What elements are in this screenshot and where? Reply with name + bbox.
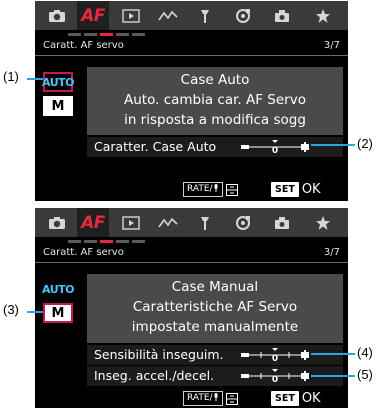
slider-scale-icon: 0 <box>241 140 309 154</box>
param-label: Inseg. accel./decel. <box>94 368 215 383</box>
case-description-line: in risposta a modifica sogg <box>124 112 306 128</box>
star-icon <box>316 8 330 23</box>
tab-shooting[interactable] <box>41 1 73 30</box>
menu-page-dots <box>35 33 348 37</box>
case-description-line: impostate manualmente <box>131 319 299 335</box>
divider <box>35 262 348 263</box>
case-auto-button[interactable]: AUTO <box>42 72 74 92</box>
set-label: SET <box>271 391 299 406</box>
menu-title: Caratt. AF servo <box>43 247 124 258</box>
menu-tab-bar: AF <box>35 208 348 237</box>
playback-icon <box>122 215 140 230</box>
param-label: Caratter. Case Auto <box>94 139 217 154</box>
info-grid-icon <box>225 183 238 196</box>
page-dot <box>132 33 145 36</box>
case-description-line: Auto. cambia car. AF Servo <box>124 92 306 108</box>
case-description: Case Auto Auto. cambia car. AF Servo in … <box>87 67 343 135</box>
tab-playback[interactable] <box>115 1 147 30</box>
set-label: SET <box>271 182 299 197</box>
tab-shooting[interactable] <box>41 208 73 237</box>
wrench-icon <box>201 216 209 230</box>
page-dot <box>68 33 81 36</box>
tab-custom-functions[interactable] <box>227 1 259 30</box>
tab-my-menu-camera[interactable] <box>266 1 298 30</box>
divider <box>35 55 348 56</box>
ok-label: OK <box>301 391 321 406</box>
my-menu-camera-icon <box>275 9 289 22</box>
page-dot <box>84 240 97 243</box>
camera-menu-screen-case-manual: AF Caratt. AF servo 3/7 AUTO M Case Manu… <box>35 208 348 408</box>
callout-line-1 <box>27 78 43 80</box>
rate-button[interactable]: RATE/ <box>183 181 238 198</box>
camera-menu-screen-case-auto: AF Caratt. AF servo 3/7 AUTO M Case Auto <box>35 1 348 201</box>
page-dot <box>132 240 145 243</box>
rate-label: RATE/ <box>183 391 223 406</box>
playback-icon <box>122 8 140 23</box>
wireless-icon <box>158 217 178 227</box>
camera-icon <box>49 216 65 229</box>
slider-scale-icon: 0 <box>241 369 309 383</box>
custom-function-icon <box>236 8 250 23</box>
tab-wireless[interactable] <box>152 208 184 237</box>
callout-label-2: (2) <box>357 136 373 151</box>
slider-value: 0 <box>272 146 278 154</box>
slider-value: 0 <box>272 375 278 383</box>
camera-icon <box>49 9 65 22</box>
my-menu-camera-icon <box>275 216 289 229</box>
page-dot-active <box>100 33 113 36</box>
case-description-line: Case Auto <box>180 72 250 88</box>
wireless-icon <box>158 10 178 20</box>
rate-label: RATE/ <box>183 182 223 197</box>
tab-setup[interactable] <box>189 208 221 237</box>
menu-page-dots <box>35 240 348 244</box>
page-dot-active <box>100 240 113 243</box>
set-ok-button[interactable]: SET OK <box>271 390 321 407</box>
callout-line-5 <box>311 375 355 377</box>
case-description-line: Case Manual <box>171 279 259 295</box>
slider-value: 0 <box>272 354 278 362</box>
page-dot <box>116 33 129 36</box>
case-auto-button[interactable]: AUTO <box>42 279 74 299</box>
tab-af[interactable]: AF <box>77 1 109 30</box>
tab-my-menu[interactable] <box>307 1 339 30</box>
param-label: Sensibilità inseguim. <box>94 347 224 362</box>
wrench-icon <box>201 9 209 23</box>
callout-line-2 <box>311 144 355 146</box>
tab-custom-functions[interactable] <box>227 208 259 237</box>
callout-line-4 <box>311 353 355 355</box>
tab-playback[interactable] <box>115 208 147 237</box>
custom-function-icon <box>236 215 250 230</box>
star-icon <box>316 215 330 230</box>
callout-line-3 <box>27 311 43 313</box>
page-dot <box>68 240 81 243</box>
menu-title: Caratt. AF servo <box>43 40 124 51</box>
menu-page-number: 3/7 <box>323 40 340 51</box>
case-description-line: Caratteristiche AF Servo <box>132 299 298 315</box>
callout-label-5: (5) <box>357 367 373 382</box>
set-ok-button[interactable]: SET OK <box>271 181 321 198</box>
tab-setup[interactable] <box>189 1 221 30</box>
callout-label-1: (1) <box>3 69 19 84</box>
tab-af[interactable]: AF <box>77 208 109 237</box>
page-dot <box>84 33 97 36</box>
rate-button[interactable]: RATE/ <box>183 390 238 407</box>
menu-tab-bar: AF <box>35 1 348 30</box>
page-dot <box>116 240 129 243</box>
callout-label-4: (4) <box>357 345 373 360</box>
case-manual-button[interactable]: M <box>43 303 73 323</box>
tab-my-menu[interactable] <box>307 208 339 237</box>
callout-label-3: (3) <box>3 302 19 317</box>
microphone-icon <box>214 393 218 401</box>
info-grid-icon <box>225 392 238 405</box>
menu-page-number: 3/7 <box>323 247 340 258</box>
tab-wireless[interactable] <box>152 1 184 30</box>
slider-scale-icon: 0 <box>241 348 309 362</box>
ok-label: OK <box>301 182 321 197</box>
case-manual-button[interactable]: M <box>43 96 73 116</box>
tab-my-menu-camera[interactable] <box>266 208 298 237</box>
case-description: Case Manual Caratteristiche AF Servo imp… <box>87 274 343 343</box>
microphone-icon <box>214 184 218 192</box>
